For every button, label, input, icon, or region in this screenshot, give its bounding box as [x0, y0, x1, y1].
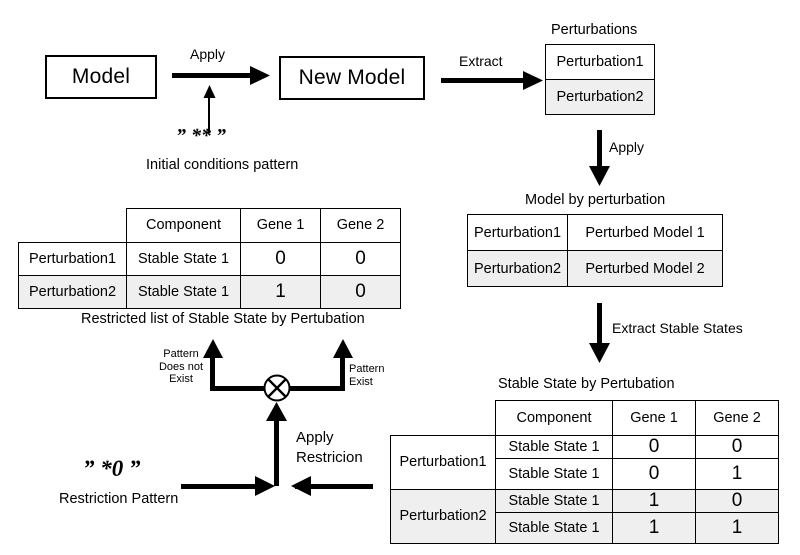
gene1-value: 1 — [612, 488, 696, 513]
gene2-value: 0 — [695, 488, 779, 513]
perturbations-cell: Perturbation2 — [545, 79, 655, 115]
perturbation-group-cell: Perturbation1 — [390, 434, 496, 490]
extract-stable-states-arrow-head — [589, 343, 610, 363]
apply-down-arrow-shaft — [597, 130, 602, 170]
restriction-pattern-arrow-head — [255, 476, 275, 496]
gene1-value: 1 — [240, 274, 321, 309]
pattern-does-not-exist-label: Pattern Does not Exist — [156, 348, 206, 386]
perturbed-model-cell: Perturbed Model 2 — [567, 250, 723, 287]
right-branch-vertical — [340, 355, 345, 388]
apply-down-arrow-label: Apply — [609, 139, 645, 155]
left-branch-vertical — [210, 355, 215, 388]
label-line-1: Pattern — [349, 363, 385, 375]
initial-conditions-pattern-value: ” ** ” — [176, 125, 226, 147]
model-box: Model — [45, 55, 157, 99]
stable-state-by-perturbation-table: Component Gene 1 Gene 2 Perturbation1 St… — [390, 400, 779, 544]
gene2-value: 0 — [320, 241, 401, 276]
gene1-value: 0 — [612, 434, 696, 459]
apply-arrow-label: Apply — [190, 46, 226, 62]
perturbation-group-cell: Perturbation2 — [390, 488, 496, 544]
gene2-value: 0 — [320, 274, 401, 309]
restriction-pattern-caption: Restriction Pattern — [59, 491, 179, 507]
gene2-header: Gene 2 — [320, 208, 401, 243]
perturbations-cell: Perturbation1 — [545, 44, 655, 80]
component-cell: Stable State 1 — [495, 434, 613, 459]
left-branch-horizontal — [210, 386, 267, 391]
pattern-exist-label: Pattern Exist — [349, 363, 399, 388]
extract-stable-states-arrow-shaft — [597, 303, 602, 347]
table-row: Perturbation1 Stable State 1 0 0 — [390, 434, 779, 490]
apply-arrow-head — [250, 66, 270, 85]
restricted-table-caption: Restricted list of Stable State by Pertu… — [81, 311, 365, 327]
corner-cell — [19, 209, 127, 243]
table-row: Perturbation1 — [545, 44, 655, 80]
table-row: Perturbation2 Stable State 1 1 0 — [18, 274, 401, 309]
restriction-pattern-arrow-shaft — [181, 484, 257, 489]
gene2-header: Gene 2 — [695, 400, 779, 436]
gene1-value: 0 — [240, 241, 321, 276]
component-header: Component — [126, 208, 241, 243]
table-row: Perturbation1 Perturbed Model 1 — [467, 214, 723, 251]
new-model-box-label: New Model — [298, 66, 406, 89]
gene1-value: 1 — [612, 511, 696, 544]
extract-arrow-label: Extract — [459, 53, 503, 69]
model-by-perturbation-caption: Model by perturbation — [525, 192, 666, 208]
apply-arrow-shaft — [172, 73, 252, 78]
gene1-header: Gene 1 — [612, 400, 696, 436]
perturbation-cell: Perturbation2 — [18, 274, 127, 309]
component-cell: Stable State 1 — [495, 511, 613, 544]
extract-stable-states-arrow-label: Extract Stable States — [612, 320, 743, 336]
label-line-3: Exist — [169, 373, 193, 385]
pattern-exist-arrow-head — [333, 339, 353, 358]
stable-state-table-caption: Stable State by Pertubation — [498, 376, 675, 392]
apply-down-arrow-head — [589, 166, 610, 186]
stable-state-feed-arrow-head — [291, 476, 311, 496]
corner-cell — [391, 401, 496, 436]
perturbation-cell: Perturbation1 — [18, 241, 127, 276]
component-cell: Stable State 1 — [495, 457, 613, 490]
label-line-2: Does not — [158, 360, 204, 373]
component-cell: Stable State 1 — [126, 241, 241, 276]
label-line-1: Pattern — [163, 348, 199, 360]
extract-arrow-head — [523, 71, 543, 90]
initial-pattern-arrow-head — [203, 85, 216, 98]
component-cell: Stable State 1 — [495, 488, 613, 513]
perturbations-table: Perturbation1 Perturbation2 — [545, 44, 655, 115]
apply-restriction-label: Apply Restricion — [296, 428, 396, 468]
label-line-2: Exist — [349, 375, 373, 388]
perturbation-cell: Perturbation2 — [467, 250, 568, 287]
diagram-canvas: Model Apply ” ** ” Initial conditions pa… — [0, 0, 800, 555]
table-header-row: Component Gene 1 Gene 2 — [19, 208, 401, 243]
new-model-box: New Model — [279, 56, 425, 100]
gene2-value: 1 — [695, 457, 779, 490]
model-box-label: Model — [71, 65, 131, 88]
restriction-pattern-value: ” *0 ” — [83, 456, 141, 481]
table-row: Perturbation2 — [545, 79, 655, 115]
xor-circle-icon — [263, 374, 291, 402]
right-branch-horizontal — [288, 386, 345, 391]
restricted-stable-state-table: Component Gene 1 Gene 2 Perturbation1 St… — [18, 208, 401, 309]
table-row: Perturbation2 Perturbed Model 2 — [467, 250, 723, 287]
perturbations-table-caption: Perturbations — [551, 22, 638, 38]
gene2-value: 0 — [695, 434, 779, 459]
gene2-value: 1 — [695, 511, 779, 544]
gene1-value: 0 — [612, 457, 696, 490]
gene1-header: Gene 1 — [240, 208, 321, 243]
table-header-row: Component Gene 1 Gene 2 — [391, 400, 779, 436]
extract-arrow-shaft — [441, 78, 525, 83]
initial-conditions-pattern-caption: Initial conditions pattern — [146, 157, 299, 173]
perturbed-model-cell: Perturbed Model 1 — [567, 214, 723, 251]
table-row: Perturbation1 Stable State 1 0 0 — [18, 241, 401, 276]
model-by-perturbation-table: Perturbation1 Perturbed Model 1 Perturba… — [467, 214, 723, 287]
component-header: Component — [495, 400, 613, 436]
apply-restriction-arrow-head — [266, 402, 287, 421]
table-row: Perturbation2 Stable State 1 1 0 — [390, 488, 779, 544]
label-line-2: Restricion — [296, 449, 363, 466]
label-line-1: Apply — [296, 429, 334, 446]
component-cell: Stable State 1 — [126, 274, 241, 309]
perturbation-cell: Perturbation1 — [467, 214, 568, 251]
